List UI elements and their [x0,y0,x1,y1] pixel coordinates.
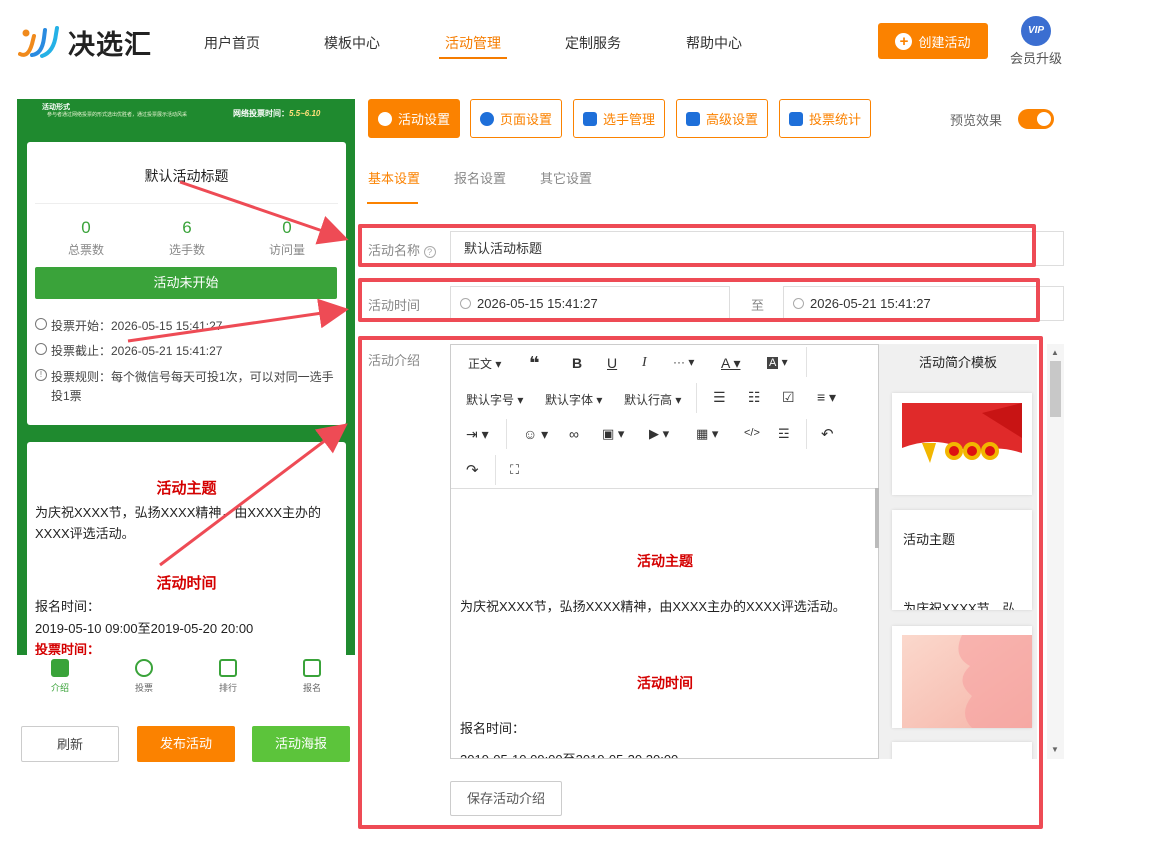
preview-intro-card: 活动主题 为庆祝XXXX节，弘扬XXXX精神，由XXXX主办的XXXX评选活动。… [27,442,346,655]
nav-item-templates[interactable]: 模板中心 [324,33,380,53]
intro-vote-label: 投票时间： [35,642,101,655]
intro-signup-value: 2019-05-10 09:00至2019-05-20 20:00 [35,621,254,636]
toggle-knob [1037,112,1051,126]
bar-chart-icon [219,659,237,677]
activity-status-button[interactable]: 活动未开始 [35,267,337,299]
star-icon [377,111,392,126]
activity-poster-button[interactable]: 活动海报 [252,726,350,762]
divider [35,203,338,204]
stat-total-votes: 0 总票数 [67,218,104,257]
subtab-other[interactable]: 其它设置 [540,168,592,187]
brand-logo[interactable]: 决选汇 [18,22,152,62]
preview-banner: 活动形式 参与者通过网络投票的形式选出优胜者，通过投票展示活动风采 网络投票时间… [17,99,355,129]
tab-contestant-manage[interactable]: 选手管理 [573,99,665,138]
preview-tab-vote[interactable]: 投票 [119,659,169,694]
intro-heading-time: 活动时间 [156,575,217,592]
intro-signup-label: 报名时间： [35,599,101,614]
document-icon [51,659,69,677]
user-icon [135,659,153,677]
activity-stats-card: 默认活动标题 0 总票数 6 选手数 0 访问量 活动未开始 投票开始：2026… [27,142,346,425]
vote-end-row: 投票截止：2026-05-21 15:41:27 [35,342,222,359]
nav-item-activity-manage[interactable]: 活动管理 [445,33,501,53]
panel-scrollbar[interactable]: ▲ ▼ [1047,344,1064,759]
info-icon: ! [35,369,47,381]
intro-heading-theme: 活动主题 [156,480,217,497]
vip-upgrade-label: 会员升级 [1009,51,1062,66]
nav-item-help[interactable]: 帮助中心 [686,33,742,53]
preview-effect-label: 预览效果 [950,113,1003,128]
subtab-active-indicator [367,202,418,204]
preview-tab-intro[interactable]: 介绍 [35,659,85,694]
vip-upgrade[interactable]: VIP 会员升级 [1008,16,1064,67]
stat-contestants: 6 选手数 [168,218,205,257]
profile-card-icon [303,659,321,677]
preview-tab-signup[interactable]: 报名 [287,659,337,694]
preview-activity-title: 默认活动标题 [144,168,229,184]
clock-icon [35,343,47,355]
top-header: 决选汇 用户首页 模板中心 活动管理 定制服务 帮助中心 + 创建活动 VIP … [0,0,1161,86]
tab-activity-settings[interactable]: 活动设置 [368,99,460,138]
vote-rule-row: ! 投票规则：每个微信号每天可投1次，可以对同一选手投1票 [35,368,335,406]
nav-active-indicator [439,57,507,59]
scroll-down-icon[interactable]: ▼ [1051,745,1059,754]
clock-icon [35,318,47,330]
scrollbar-thumb[interactable] [1050,361,1061,417]
nav-item-custom-service[interactable]: 定制服务 [565,33,621,53]
publish-activity-button[interactable]: 发布活动 [137,726,235,762]
mobile-preview: 活动形式 参与者通过网络投票的形式选出优胜者，通过投票展示活动风采 网络投票时间… [17,99,355,655]
bar-chart-icon [788,111,803,126]
vip-icon: VIP [1021,16,1051,46]
create-activity-button[interactable]: + 创建活动 [878,23,988,59]
subtab-basic[interactable]: 基本设置 [368,168,420,187]
vote-start-row: 投票开始：2026-05-15 15:41:27 [35,317,222,334]
subtab-signup[interactable]: 报名设置 [454,168,506,187]
preview-effect-toggle[interactable] [1018,109,1054,129]
users-icon [582,111,597,126]
refresh-button[interactable]: 刷新 [21,726,119,762]
banner-subtitle: 参与者通过网络投票的形式选出优胜者，通过投票展示活动风采 [47,112,188,118]
stat-visits: 0 访问量 [268,218,305,257]
logo-icon [18,26,59,58]
intro-theme-text: 为庆祝XXXX节，弘扬XXXX精神，由XXXX主办的XXXX评选活动。 [35,505,322,541]
highlight-activity-name [358,224,1036,267]
gear-icon [479,111,494,126]
highlight-activity-time [358,278,1040,322]
nav-item-home[interactable]: 用户首页 [204,33,260,53]
banner-vote-time: 网络投票时间：5.5~6.10 [233,109,321,118]
preview-tab-bar: 介绍 投票 排行 报名 [17,655,355,699]
tab-vote-stats[interactable]: 投票统计 [779,99,871,138]
create-activity-label: 创建活动 [918,34,971,50]
scroll-up-icon[interactable]: ▲ [1051,348,1059,357]
preview-tab-rank[interactable]: 排行 [203,659,253,694]
highlight-activity-intro [358,336,1043,829]
tab-page-settings[interactable]: 页面设置 [470,99,562,138]
brand-name: 决选汇 [68,29,152,60]
plus-circle-icon: + [895,32,913,50]
tab-advanced-settings[interactable]: 高级设置 [676,99,768,138]
sliders-icon [685,111,700,126]
